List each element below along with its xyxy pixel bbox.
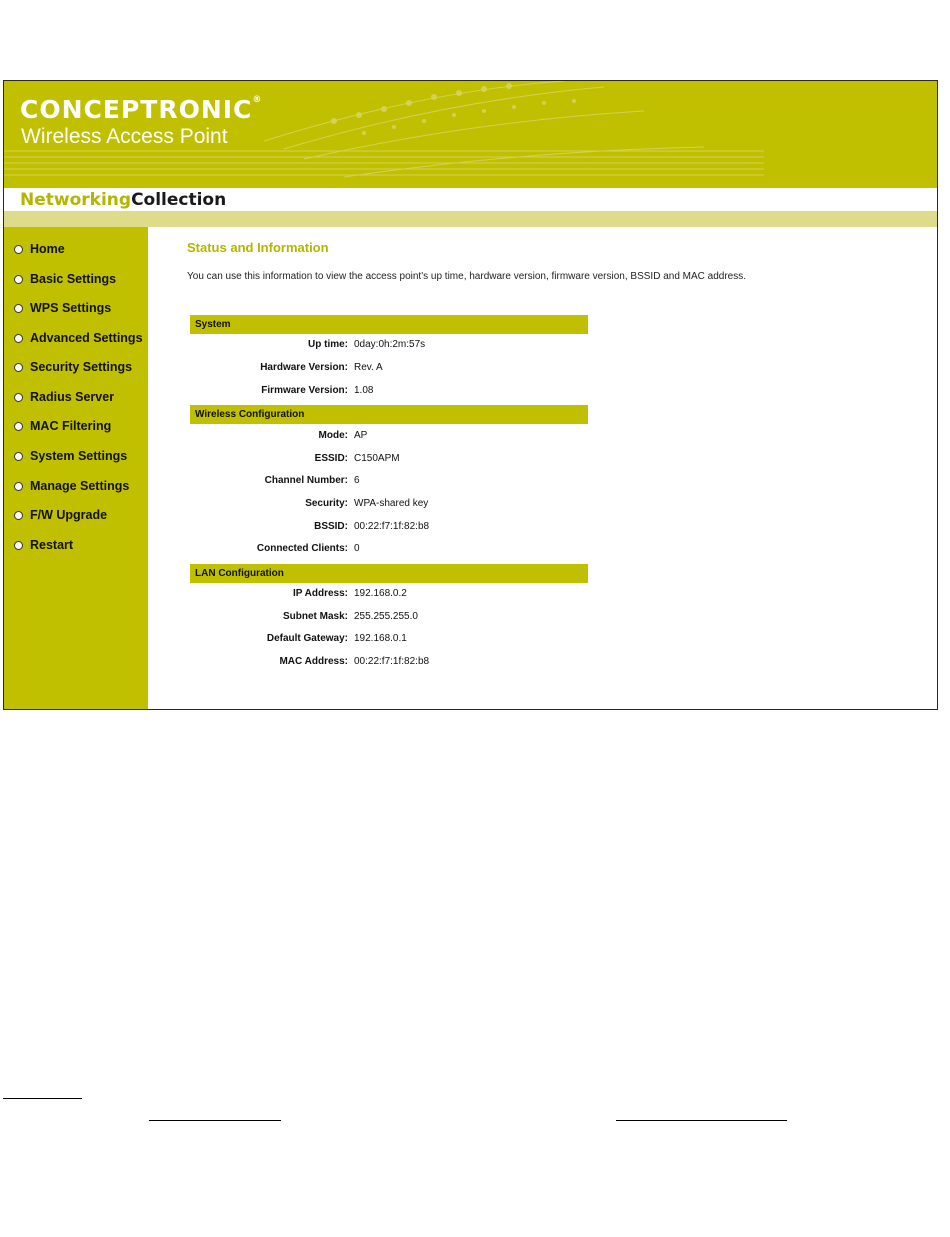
product-name: Wireless Access Point: [21, 125, 228, 148]
info-row: ESSID: C150APM: [314, 453, 400, 464]
radio-bullet-icon: [14, 510, 23, 520]
sidebar-item-advanced-settings[interactable]: Advanced Settings: [14, 327, 143, 349]
section-wireless-header: Wireless Configuration: [190, 405, 588, 424]
info-row: Hardware Version: Rev. A: [260, 362, 383, 373]
section-lan-header: LAN Configuration: [190, 564, 588, 583]
sidebar-item-manage-settings[interactable]: Manage Settings: [14, 475, 129, 497]
intro-text: You can use this information to view the…: [187, 271, 747, 282]
info-row: Up time: 0day:0h:2m:57s: [308, 339, 426, 350]
info-row: Default Gateway: 192.168.0.1: [266, 633, 407, 644]
router-web-ui: CONCEPTRONIC® Wireless Access Point Netw…: [3, 80, 938, 710]
info-row: Subnet Mask: 255.255.255.0: [282, 611, 418, 622]
info-row: Mode: AP: [318, 430, 368, 441]
sidebar-item-wps-settings[interactable]: WPS Settings: [14, 297, 111, 319]
sidebar-item-restart[interactable]: Restart: [14, 534, 73, 556]
main-content: Status and Information You can use this …: [148, 227, 937, 709]
info-row: BSSID: 00:22:f7:1f:82:b8: [314, 521, 430, 532]
sidebar-item-mac-filtering[interactable]: MAC Filtering: [14, 415, 111, 437]
page-title: Status and Information: [187, 240, 329, 255]
info-row: Firmware Version: 1.08: [261, 385, 374, 396]
divider-line: [3, 1098, 82, 1099]
info-row: MAC Address: 00:22:f7:1f:82:b8: [279, 656, 430, 667]
section-system-header: System: [190, 315, 588, 334]
radio-bullet-icon: [14, 481, 23, 491]
sidebar-item-home[interactable]: Home: [14, 238, 65, 260]
info-row: IP Address: 192.168.0.2: [292, 588, 407, 599]
collection-logo: NetworkingCollection: [20, 190, 227, 210]
sidebar-item-fw-upgrade[interactable]: F/W Upgrade: [14, 504, 107, 526]
radio-bullet-icon: [14, 362, 23, 372]
header-banner: CONCEPTRONIC® Wireless Access Point: [4, 81, 937, 188]
radio-bullet-icon: [14, 451, 23, 461]
info-row: Security: WPA-shared key: [305, 498, 429, 509]
sidebar-item-basic-settings[interactable]: Basic Settings: [14, 268, 116, 290]
divider-line: [616, 1120, 787, 1121]
divider-line: [149, 1120, 281, 1121]
separator-strip: [4, 211, 937, 227]
info-row: Connected Clients: 0: [256, 543, 360, 554]
sidebar-item-radius-server[interactable]: Radius Server: [14, 386, 114, 408]
sidebar-item-system-settings[interactable]: System Settings: [14, 445, 127, 467]
radio-bullet-icon: [14, 303, 23, 313]
radio-bullet-icon: [14, 540, 23, 550]
radio-bullet-icon: [14, 274, 23, 284]
radio-bullet-icon: [14, 421, 23, 431]
collection-bar: NetworkingCollection: [4, 188, 937, 211]
sidebar-nav: Home Basic Settings WPS Settings Advance…: [4, 227, 148, 709]
radio-bullet-icon: [14, 392, 23, 402]
brand-logo: CONCEPTRONIC®: [20, 95, 263, 124]
sidebar-item-security-settings[interactable]: Security Settings: [14, 356, 132, 378]
info-row: Channel Number: 6: [264, 475, 360, 486]
radio-bullet-icon: [14, 244, 23, 254]
radio-bullet-icon: [14, 333, 23, 343]
